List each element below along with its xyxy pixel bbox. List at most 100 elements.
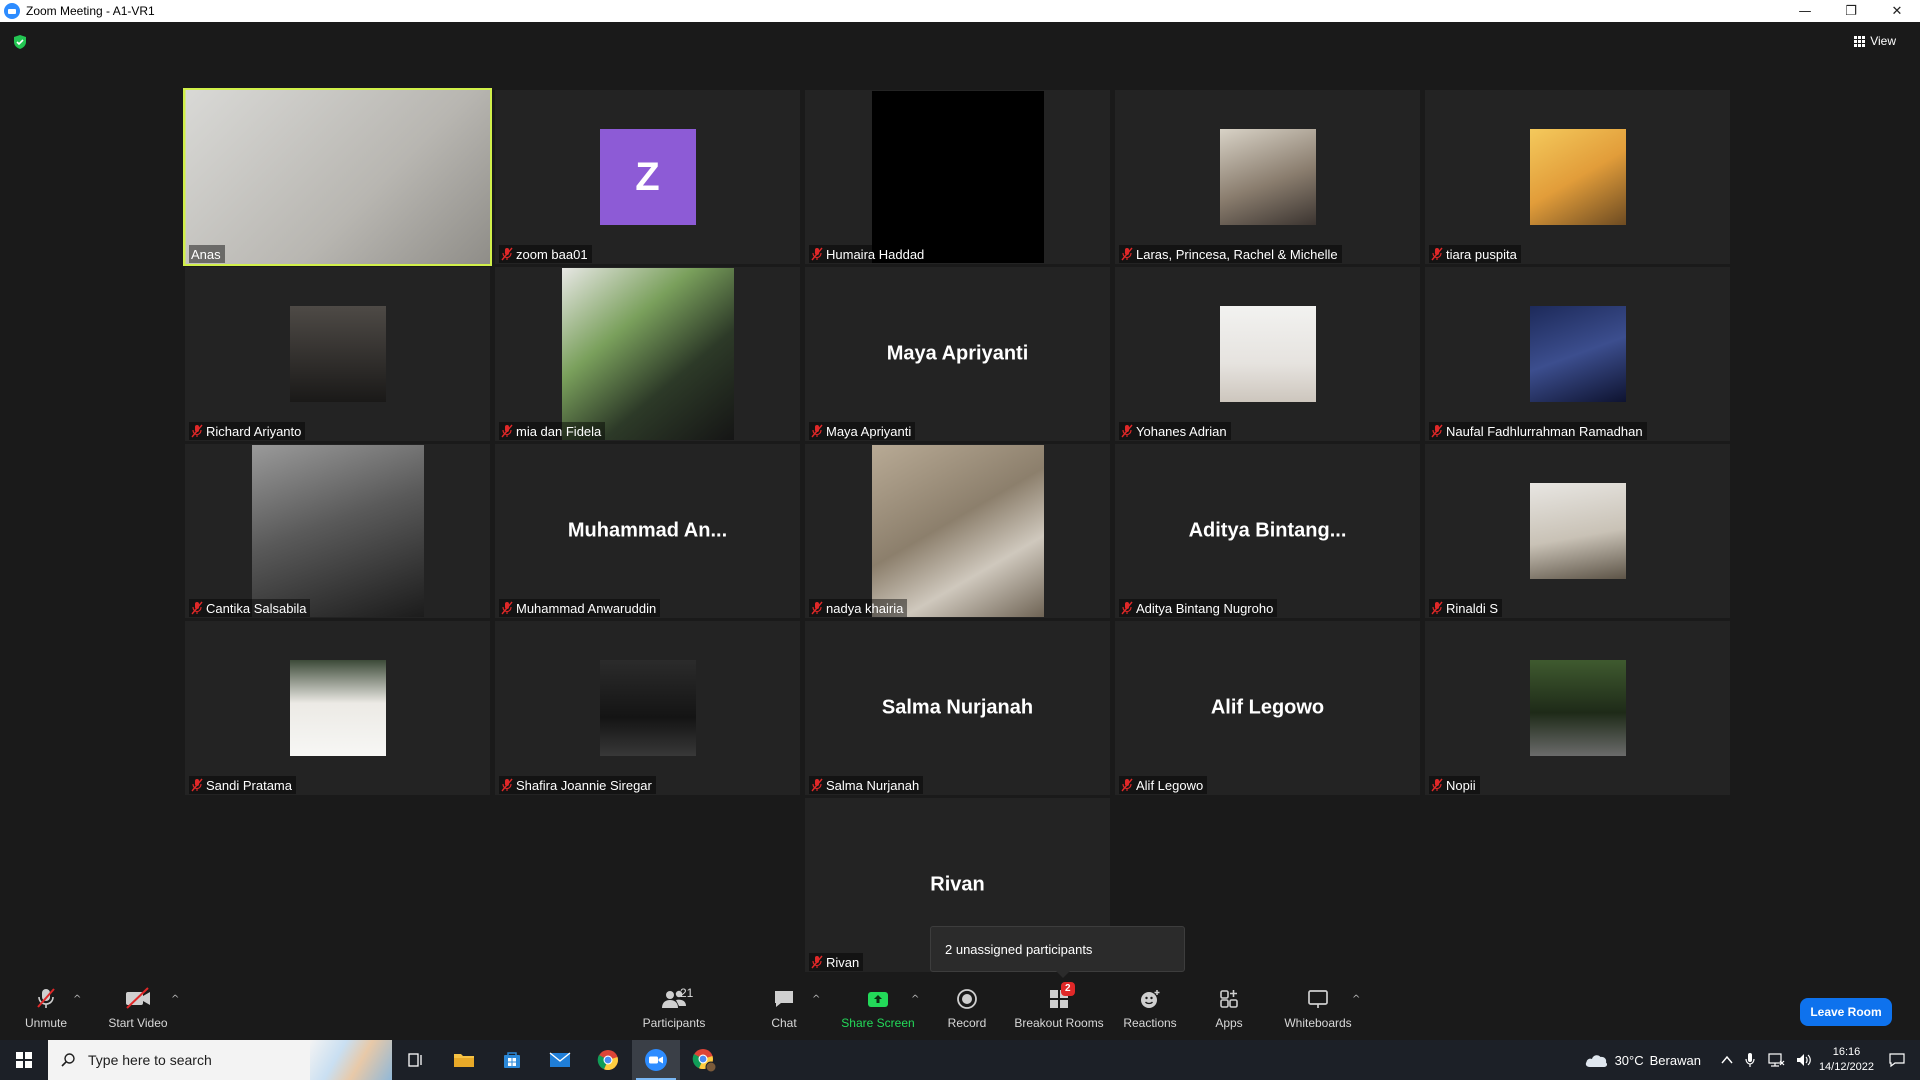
mail-button[interactable] [536, 1040, 584, 1080]
participant-name-label: Nopii [1429, 776, 1480, 794]
participant-tile[interactable]: Nopii [1425, 621, 1730, 795]
participant-name: Cantika Salsabila [206, 600, 307, 616]
reactions-button[interactable]: Reactions [1122, 982, 1178, 1040]
participants-label: Participants [642, 1016, 706, 1030]
participant-name: Aditya Bintang Nugroho [1136, 600, 1274, 616]
participant-name: Muhammad Anwaruddin [516, 600, 657, 616]
chrome-button[interactable] [584, 1040, 632, 1080]
participant-tile[interactable]: Zzoom baa01 [495, 90, 800, 264]
participant-name: Anas [191, 246, 221, 262]
notifications-icon[interactable] [1888, 1052, 1906, 1068]
participant-tile[interactable]: Naufal Fadhlurrahman Ramadhan [1425, 267, 1730, 441]
participant-tile[interactable]: mia dan Fidela [495, 267, 800, 441]
muted-microphone-icon [501, 601, 513, 615]
clock[interactable]: 16:16 14/12/2022 [1819, 1045, 1874, 1075]
zoom-taskbar-button[interactable] [632, 1040, 680, 1080]
participant-name-label: Sandi Pratama [189, 776, 296, 794]
muted-microphone-icon [811, 778, 823, 792]
taskbar-search-box[interactable]: Type here to search [48, 1040, 392, 1080]
participant-tile[interactable]: Laras, Princesa, Rachel & Michelle [1115, 90, 1420, 264]
participant-name-label: mia dan Fidela [499, 422, 606, 440]
microsoft-store-button[interactable] [488, 1040, 536, 1080]
participant-name: tiara puspita [1446, 246, 1517, 262]
chat-button[interactable]: Chat [764, 982, 804, 1040]
participant-name: Richard Ariyanto [206, 423, 302, 439]
participant-tile[interactable]: Yohanes Adrian [1115, 267, 1420, 441]
zoom-app-icon [645, 1049, 667, 1071]
cloud-weather-icon[interactable] [1583, 1051, 1609, 1069]
participant-name-label: Muhammad Anwaruddin [499, 599, 661, 617]
share-options-caret-icon[interactable]: ^ [911, 994, 919, 1005]
start-button[interactable] [0, 1040, 48, 1080]
chrome-profile-button[interactable] [680, 1040, 728, 1080]
participant-name-label: Laras, Princesa, Rachel & Michelle [1119, 245, 1342, 263]
participant-tile[interactable]: Aditya Bintang... Aditya Bintang Nugroho [1115, 444, 1420, 618]
record-button[interactable]: Record [944, 982, 990, 1040]
participant-tile[interactable]: Muhammad An... Muhammad Anwaruddin [495, 444, 800, 618]
chevron-up-icon[interactable] [1721, 1055, 1733, 1065]
participant-name-label: Cantika Salsabila [189, 599, 311, 617]
breakout-rooms-button[interactable]: 2 Breakout Rooms [1014, 982, 1104, 1040]
participant-name: Sandi Pratama [206, 777, 292, 793]
participant-name-label: Anas [189, 245, 225, 263]
participant-tile[interactable]: Anas [183, 88, 492, 266]
apps-button[interactable]: Apps [1212, 982, 1246, 1040]
participant-video [185, 90, 490, 264]
participant-tile[interactable]: Rinaldi S [1425, 444, 1730, 618]
window-title: Zoom Meeting - A1-VR1 [26, 4, 155, 18]
volume-icon[interactable] [1795, 1052, 1813, 1068]
muted-microphone-icon [191, 778, 203, 792]
muted-microphone-icon [811, 424, 823, 438]
microphone-tray-icon[interactable] [1745, 1052, 1755, 1068]
participant-name: Rivan [826, 954, 860, 970]
participant-tile[interactable]: Richard Ariyanto [185, 267, 490, 441]
participant-name-label: Shafira Joannie Siregar [499, 776, 656, 794]
participant-tile[interactable]: Shafira Joannie Siregar [495, 621, 800, 795]
whiteboards-button[interactable]: Whiteboards [1282, 982, 1354, 1040]
audio-options-caret-icon[interactable]: ^ [73, 994, 81, 1005]
participants-button[interactable]: 21 Participants [636, 982, 712, 1040]
participant-tile[interactable]: nadya khairia [805, 444, 1110, 618]
security-shield-icon[interactable] [12, 34, 28, 50]
muted-microphone-icon [1431, 424, 1443, 438]
participant-tile[interactable]: Alif Legowo Alif Legowo [1115, 621, 1420, 795]
weather-description[interactable]: Berawan [1650, 1053, 1701, 1068]
network-icon[interactable] [1767, 1052, 1785, 1068]
participant-tile[interactable]: tiara puspita [1425, 90, 1730, 264]
participant-name-label: Richard Ariyanto [189, 422, 306, 440]
participant-name: Humaira Haddad [826, 246, 925, 262]
video-options-caret-icon[interactable]: ^ [171, 994, 179, 1005]
participant-tile[interactable]: Humaira Haddad [805, 90, 1110, 264]
participant-tile[interactable]: Cantika Salsabila [185, 444, 490, 618]
participant-name-label: tiara puspita [1429, 245, 1521, 263]
participant-tile[interactable]: Salma Nurjanah Salma Nurjanah [805, 621, 1110, 795]
participant-tile[interactable]: Maya Apriyanti Maya Apriyanti [805, 267, 1110, 441]
participant-name: Salma Nurjanah [826, 777, 920, 793]
task-view-button[interactable] [392, 1040, 440, 1080]
whiteboard-options-caret-icon[interactable]: ^ [1352, 994, 1360, 1005]
muted-microphone-icon [501, 424, 513, 438]
file-explorer-button[interactable] [440, 1040, 488, 1080]
participant-tile[interactable]: Sandi Pratama [185, 621, 490, 795]
whiteboard-icon [1308, 990, 1328, 1008]
mail-icon [549, 1052, 571, 1067]
participant-video [251, 445, 424, 617]
chat-options-caret-icon[interactable]: ^ [812, 994, 820, 1005]
view-button[interactable]: View [1854, 34, 1896, 48]
minimize-button[interactable]: — [1782, 0, 1828, 22]
meeting-toolbar: Unmute ^ Start Video ^ 21 Participants C… [0, 982, 1920, 1040]
participant-name: Laras, Princesa, Rachel & Michelle [1136, 246, 1338, 262]
start-video-button[interactable]: Start Video [102, 982, 174, 1040]
microphone-muted-icon [37, 988, 55, 1008]
leave-room-button[interactable]: Leave Room [1800, 998, 1892, 1026]
participant-profile-photo [1529, 129, 1626, 225]
weather-temperature[interactable]: 30°C [1615, 1053, 1644, 1068]
close-button[interactable]: ✕ [1874, 0, 1920, 22]
share-screen-button[interactable]: Share Screen [838, 982, 918, 1040]
participant-profile-photo [1219, 129, 1316, 225]
unmute-button[interactable]: Unmute [20, 982, 72, 1040]
chat-label: Chat [771, 1016, 797, 1030]
breakout-rooms-label: Breakout Rooms [1014, 1016, 1104, 1030]
restore-button[interactable]: ❐ [1828, 0, 1874, 22]
participant-profile-photo [1529, 660, 1626, 756]
